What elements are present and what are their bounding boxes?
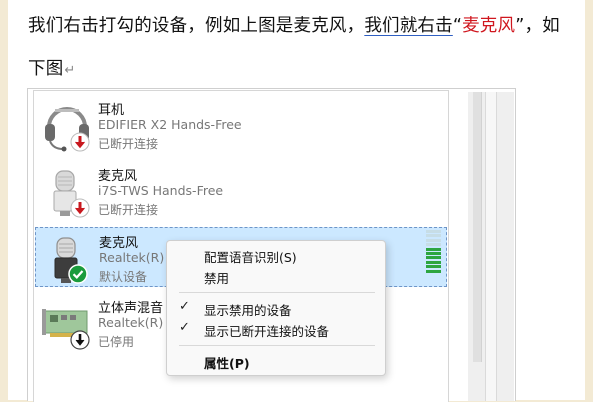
disabled-badge-icon — [70, 330, 90, 350]
level-meter-bar — [426, 256, 441, 260]
level-meter-bar — [426, 269, 441, 273]
menu-separator — [179, 292, 375, 293]
disconnected-badge-icon — [70, 198, 90, 218]
device-name: 麦克风 — [99, 236, 139, 251]
document-page: 我们右击打勾的设备，例如上图是麦克风，我们就右击“麦克风”，如 下图↵ 耳机 E… — [8, 0, 585, 402]
menu-item-properties[interactable]: 属性(P) — [167, 351, 383, 371]
menu-item-label: 显示已断开连接的设备 — [204, 324, 330, 339]
paragraph-mark-icon: ↵ — [64, 63, 76, 78]
device-status: 已断开连接 — [98, 203, 159, 217]
disconnected-badge-icon — [70, 132, 90, 152]
text-run: ”，如 — [515, 16, 560, 36]
device-model: EDIFIER X2 Hands-Free — [98, 117, 242, 132]
level-meter-bar — [426, 260, 441, 264]
device-model: Realtek(R) A — [98, 315, 176, 330]
open-quote: “ — [452, 16, 463, 36]
level-meter-bar — [426, 247, 441, 251]
menu-item-label: 显示禁用的设备 — [204, 303, 292, 318]
level-meter-bar — [426, 251, 441, 255]
device-model: i7S-TWS Hands-Free — [98, 183, 224, 198]
check-icon: ✓ — [179, 320, 190, 335]
menu-item-show-disconnected[interactable]: ✓ 显示已断开连接的设备 — [167, 319, 383, 339]
check-badge-icon — [68, 264, 88, 284]
text-run: 我们右击打勾的设备，例如上图是麦克风， — [28, 16, 365, 36]
level-meter-bar — [426, 234, 441, 238]
check-icon: ✓ — [179, 299, 190, 314]
device-item-microphone-1[interactable]: 麦克风 i7S-TWS Hands-Free 已断开连接 — [35, 161, 447, 221]
device-name: 立体声混音 — [98, 301, 164, 316]
device-status: 已停用 — [98, 335, 135, 349]
level-meter-bar — [426, 238, 441, 242]
context-menu: 配置语音识别(S) 禁用 ✓ 显示禁用的设备 ✓ 显示已断开连接的设备 属性(P… — [166, 240, 386, 376]
menu-item-configure-speech[interactable]: 配置语音识别(S) — [167, 245, 383, 265]
document-line-2: 下图↵ — [28, 55, 76, 80]
menu-item-show-disabled[interactable]: ✓ 显示禁用的设备 — [167, 298, 383, 318]
menu-separator — [179, 345, 375, 346]
device-item-headset[interactable]: 耳机 EDIFIER X2 Hands-Free 已断开连接 — [35, 95, 447, 155]
underlined-text-run: 我们就右击 — [364, 16, 453, 36]
menu-item-disable[interactable]: 禁用 — [167, 266, 383, 286]
level-meter — [426, 230, 441, 274]
device-status: 已断开连接 — [98, 137, 159, 151]
device-name: 麦克风 — [98, 169, 138, 184]
menu-item-label: 属性(P) — [204, 356, 250, 371]
level-meter-bar — [426, 243, 441, 247]
device-name: 耳机 — [98, 103, 125, 118]
level-meter-bar — [426, 230, 441, 233]
scrollbar[interactable] — [485, 92, 497, 401]
document-line-1: 我们右击打勾的设备，例如上图是麦克风，我们就右击“麦克风”，如 — [28, 12, 560, 37]
menu-item-label: 配置语音识别(S) — [204, 250, 297, 265]
device-status: 默认设备 — [99, 270, 148, 284]
level-meter-bar — [426, 265, 441, 269]
scrollbar-track[interactable] — [473, 92, 482, 362]
red-text-run: 麦克风 — [462, 16, 516, 36]
menu-item-label: 禁用 — [204, 271, 230, 286]
text-run: 下图 — [28, 59, 64, 79]
